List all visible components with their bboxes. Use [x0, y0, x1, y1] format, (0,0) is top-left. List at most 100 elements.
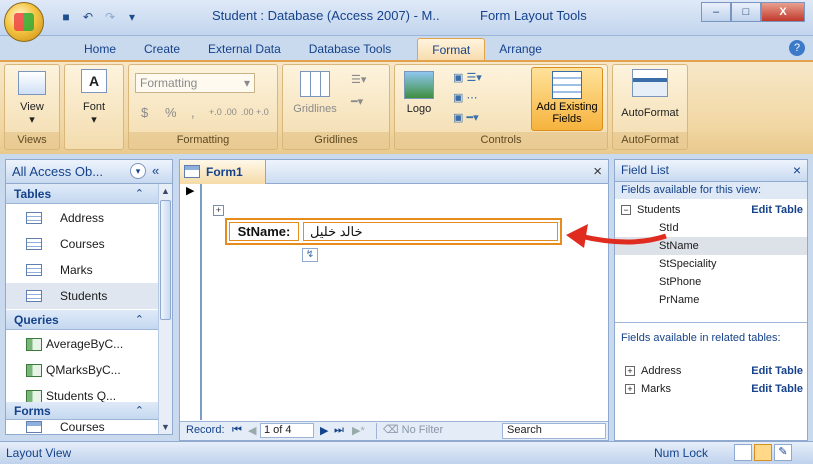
nav-item-courses[interactable]: Courses — [6, 231, 158, 257]
nav-scrollbar[interactable]: ▲ ▼ — [158, 184, 172, 434]
minimize-button[interactable]: – — [701, 2, 731, 22]
scroll-thumb — [160, 200, 171, 320]
fields-section-label: Fields available for this view: — [615, 182, 807, 199]
record-selector[interactable]: ▶ — [180, 184, 202, 420]
window-title: Student : Database (Access 2007) - M.. — [212, 8, 440, 23]
close-document-icon[interactable]: × — [593, 163, 602, 180]
title-control-icon[interactable]: ▣ ☰▾ — [453, 71, 482, 84]
record-navigation-bar: Record: ⏮ ◀ 1 of 4 ▶ ⏭ ▶* ⌫ No Filter Se… — [180, 421, 608, 440]
nav-item-address[interactable]: Address — [6, 205, 158, 231]
nav-header[interactable]: All Access Ob... ▾ « — [6, 160, 172, 184]
record-position-input[interactable]: 1 of 4 — [260, 423, 314, 438]
first-record-icon[interactable]: ⏮ — [232, 424, 242, 437]
next-record-icon[interactable]: ▶ — [320, 424, 328, 437]
undo-icon[interactable]: ↶ — [80, 9, 96, 25]
views-caption: Views — [5, 132, 59, 149]
view-status: Layout View — [6, 446, 72, 460]
save-icon[interactable]: ■ — [58, 9, 74, 25]
stname-control[interactable]: StName: خالد خليل — [225, 218, 562, 245]
navigation-pane: All Access Ob... ▾ « Tables ⌃ Address Cou… — [5, 159, 173, 435]
window-controls: – □ X — [701, 2, 805, 22]
nav-section-tables[interactable]: Tables ⌃ — [6, 184, 158, 204]
field-item[interactable]: StPhone — [615, 273, 807, 291]
ribbon-tabs: Home Create External Data Database Tools… — [70, 36, 556, 60]
formatting-caption: Formatting — [129, 132, 277, 149]
stname-textbox[interactable]: خالد خليل — [303, 222, 558, 241]
nav-section-queries[interactable]: Queries ⌃ — [6, 310, 158, 330]
stname-label[interactable]: StName: — [229, 222, 299, 241]
group-controls: Logo ▣ ☰▾ ▣ ⋯ ▣ ━▾ Add Existing Fields C… — [394, 64, 608, 150]
close-button[interactable]: X — [761, 2, 805, 22]
collapse-pane-icon[interactable]: « — [152, 163, 159, 178]
group-font: A Font ▾ — [64, 64, 124, 150]
related-section-label: Fields available in related tables: — [615, 330, 807, 360]
related-marks-row[interactable]: + Marks Edit Table — [615, 380, 807, 398]
table-students-row[interactable]: − Students Edit Table — [615, 201, 807, 219]
percent-button[interactable]: % — [165, 105, 177, 120]
add-existing-fields-button[interactable]: Add Existing Fields — [531, 67, 603, 131]
view-button[interactable]: View ▾ — [11, 71, 53, 126]
last-record-icon[interactable]: ⏭ — [334, 424, 344, 437]
logo-button[interactable]: Logo — [401, 71, 437, 115]
nav-menu-icon[interactable]: ▾ — [130, 163, 146, 179]
edit-table-link[interactable]: Edit Table — [751, 362, 803, 380]
date-time-icon[interactable]: ▣ ━▾ — [453, 111, 479, 124]
form-view-icon[interactable] — [734, 444, 752, 461]
increase-decimals-button[interactable]: +.0 .00 — [209, 107, 237, 117]
edit-table-link[interactable]: Edit Table — [751, 380, 803, 398]
currency-button[interactable]: $ — [141, 105, 148, 120]
tab-home[interactable]: Home — [70, 38, 130, 60]
nav-item-marks[interactable]: Marks — [6, 257, 158, 283]
tab-external-data[interactable]: External Data — [194, 38, 295, 60]
prev-record-icon[interactable]: ◀ — [248, 424, 256, 437]
nav-item-query[interactable]: QMarksByC... — [6, 357, 158, 383]
font-button[interactable]: A Font ▾ — [73, 69, 115, 126]
page-number-icon[interactable]: ▣ ⋯ — [453, 91, 477, 104]
field-item[interactable]: StSpeciality — [615, 255, 807, 273]
gridlines-button[interactable]: Gridlines — [287, 71, 343, 115]
logo-icon — [404, 71, 434, 99]
tab-arrange[interactable]: Arrange — [485, 38, 556, 60]
nav-item-query[interactable]: AverageByC... — [6, 331, 158, 357]
tab-database-tools[interactable]: Database Tools — [295, 38, 406, 60]
current-record-icon: ▶ — [186, 185, 195, 197]
search-input[interactable]: Search — [502, 423, 606, 439]
design-view-icon[interactable]: ✎ — [774, 444, 792, 461]
close-pane-icon[interactable]: × — [793, 160, 801, 181]
redo-icon[interactable]: ↷ — [102, 9, 118, 25]
new-record-icon[interactable]: ▶* — [352, 424, 365, 437]
gridline-width-icon[interactable]: ━▾ — [351, 95, 363, 108]
group-views: View ▾ Views — [4, 64, 60, 150]
form-document: Form1 × ▶ + StName: خالد خليل ↯ Record: … — [179, 159, 609, 441]
related-address-row[interactable]: + Address Edit Table — [615, 362, 807, 380]
no-filter-button[interactable]: ⌫ No Filter — [376, 423, 498, 439]
controls-caption: Controls — [395, 132, 607, 149]
customize-chevron-icon[interactable]: ▾ — [124, 9, 140, 25]
autoformat-button[interactable]: AutoFormat — [615, 69, 685, 119]
tab-format[interactable]: Format — [417, 38, 486, 60]
scroll-up-icon: ▲ — [161, 186, 170, 196]
autocorrect-options-icon[interactable]: ↯ — [302, 248, 318, 262]
ribbon: View ▾ Views A Font ▾ Formatting ▾ $ % , +.… — [0, 62, 813, 154]
field-item[interactable]: PrName — [615, 291, 807, 309]
layout-view-icon[interactable] — [754, 444, 772, 461]
context-tab-title: Form Layout Tools — [480, 8, 587, 23]
tab-form1[interactable]: Form1 — [180, 160, 266, 184]
comma-button[interactable]: , — [191, 105, 195, 120]
office-button[interactable] — [4, 2, 44, 42]
gridline-style-icon[interactable]: ☰▾ — [351, 73, 366, 86]
office-logo-icon — [14, 13, 34, 31]
gridlines-caption: Gridlines — [283, 132, 389, 149]
nav-item-courses-form[interactable]: Courses — [6, 418, 158, 436]
edit-table-link[interactable]: Edit Table — [751, 201, 803, 219]
nav-item-students[interactable]: Students — [6, 283, 158, 309]
filter-icon: ⌫ — [383, 424, 399, 436]
decrease-decimals-button[interactable]: .00 +.0 — [241, 107, 269, 117]
add-fields-icon — [552, 71, 582, 99]
layout-move-handle-icon[interactable]: + — [213, 205, 224, 216]
maximize-button[interactable]: □ — [731, 2, 761, 22]
help-icon[interactable]: ? — [789, 40, 805, 56]
table-icon — [26, 290, 42, 302]
tab-create[interactable]: Create — [130, 38, 194, 60]
formatting-dropdown[interactable]: Formatting ▾ — [135, 73, 255, 93]
